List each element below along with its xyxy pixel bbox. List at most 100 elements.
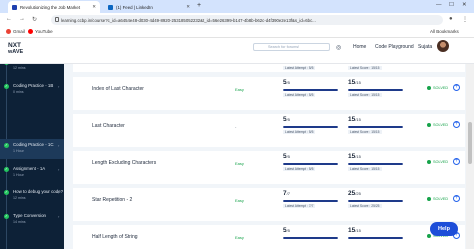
completed-check-icon: ✓ [4,214,9,219]
sidebar-item[interactable]: ✓Coding Practice - 1B12 mins› [0,64,64,76]
reload-icon[interactable]: ↻ [32,16,37,23]
bookmarks-bar: Gmail YouTube All Bookmarks [0,27,474,38]
solved-dot-icon [427,234,431,238]
status-text: SOLVED [433,160,449,164]
sidebar-item[interactable]: ✓ Assignment - 1A 1 Hour › [0,163,64,183]
menu-icon[interactable]: ⋮ [462,16,468,23]
sidebar-item-title: Coding Practice - 1B [13,83,54,88]
bookmark-youtube[interactable]: YouTube [28,29,53,34]
url-text: learning.ccbp.in/course?c_id=a6454e48-d0… [61,17,316,23]
problem-row[interactable]: Half Length of String Easy 5/5 15/15 SOLVED + [73,225,465,249]
problem-difficulty: Easy [235,198,244,203]
avatar[interactable] [437,40,449,52]
minimize-icon[interactable]: — [436,2,442,8]
attempt-total: /5 [286,117,290,122]
problem-difficulty: Easy [235,235,244,240]
sidebar-item-duration: 1 Hour [13,173,24,177]
latest-score-label: Latest Score : 25/25 [348,204,382,208]
attempt-progress-fill [283,237,338,239]
latest-attempt-label: Latest Attempt : 5/5 [283,167,316,171]
attempt-progress-bar [283,126,338,128]
bookmark-gmail[interactable]: Gmail [6,29,25,34]
forward-icon[interactable]: → [19,16,25,22]
score-value-group: 25/25 [348,190,361,197]
attempt-progress-bar [283,200,338,202]
youtube-icon [28,29,33,34]
sidebar-item[interactable]: ✓ Type Conversion 14 mins › [0,210,64,230]
browser-toolbar: ← → ↻ learning.ccbp.in/course?c_id=a6454… [0,13,474,27]
attempt-progress-fill [283,89,338,91]
chevron-right-icon: › [58,167,60,172]
search-input[interactable]: Search for forums! [253,43,330,51]
help-button[interactable]: Help [430,222,458,236]
score-progress-fill [348,200,403,202]
score-progress-bar [348,89,403,91]
nxtwave-favicon-icon [12,4,17,10]
tab-job-market[interactable]: Revolutionizing the Job Market ✕ [8,1,100,13]
score-progress-bar [348,163,403,165]
nav-code-playground[interactable]: Code Playground [375,44,414,50]
problem-row[interactable]: Latest Attempt : 5/5 Latest Score : 15/15 [73,64,465,72]
expand-plus-icon[interactable]: + [453,158,460,165]
expand-plus-icon[interactable]: + [453,195,460,202]
attempt-score: 5/5 [283,227,290,234]
attempt-score: 5/5 [283,79,290,86]
attempt-total: /7 [286,191,290,196]
problem-name: Index of Last Character [92,86,144,92]
attempt-progress-bar [283,237,338,239]
solved-dot-icon [427,123,431,127]
new-tab-button[interactable]: + [197,2,201,9]
problems-list: Latest Attempt : 5/5 Latest Score : 15/15… [64,64,466,249]
problem-name: Half Length of String [92,234,138,240]
nxtwave-logo[interactable]: NXT wAVE [8,42,23,55]
score-progress-fill [348,89,403,91]
latest-score-label: Latest Score : 15/15 [348,167,382,171]
close-tab-icon[interactable]: ✕ [186,4,190,10]
attempt-progress-fill [283,163,338,165]
problem-row[interactable]: Star Repetition - 2 Easy 7/7 Latest Attempt… [73,188,465,221]
attempt-progress-fill [283,126,338,128]
globe-icon[interactable]: ◎ [336,44,341,51]
solved-status: SOLVED [427,123,448,127]
problem-row[interactable]: Index of Last Character Easy 5/5 Latest Att… [73,77,465,110]
close-tab-icon[interactable]: ✕ [92,4,96,10]
problem-name: Length Excluding Characters [92,160,157,166]
sidebar-item[interactable]: ✓ Coding Practice - 1C 1 Hour › [0,139,64,159]
score-total: /25 [355,191,361,196]
chevron-right-icon: › [58,214,60,219]
nav-home[interactable]: Home [353,44,366,50]
problem-name: Star Repetition - 2 [92,197,133,203]
close-window-icon[interactable]: ✕ [462,2,467,8]
bookmark-label: Gmail [13,29,25,34]
sidebar-item[interactable]: ✓ How to debug your code? 12 mins › [0,186,64,206]
score-value-group: 15/15 [348,227,361,234]
tab-linkedin[interactable]: (1) Feed | LinkedIn ✕ [104,1,194,13]
sidebar-item-duration: 0 mins [13,90,24,94]
attempt-progress-fill [283,200,338,202]
score-progress-bar [348,126,403,128]
nav-user-name[interactable]: Sujata [418,44,432,50]
score-progress-fill [348,126,403,128]
scrollbar[interactable] [466,64,474,249]
expand-plus-icon[interactable]: + [453,121,460,128]
problem-name: Last Character [92,123,125,129]
scrollbar-thumb[interactable] [468,122,472,164]
problem-row[interactable]: Length Excluding Characters Easy 5/5 Latest… [73,151,465,184]
maximize-icon[interactable]: ☐ [449,2,454,8]
sidebar-item[interactable]: ✓ Coding Practice - 1B 0 mins › [0,80,64,100]
sidebar-item-title: Coding Practice - 1C [13,142,54,147]
score-total: /15 [355,80,361,85]
address-bar[interactable]: learning.ccbp.in/course?c_id=a6454e48-d0… [51,15,443,25]
back-icon[interactable]: ← [6,16,12,22]
chevron-right-icon: › [58,190,60,195]
score-total: /15 [355,154,361,159]
tab-label: (1) Feed | LinkedIn [116,4,153,10]
problem-difficulty: Easy [235,161,244,166]
bookmark-label: All Bookmarks [430,29,459,34]
profile-icon[interactable]: ● [449,16,453,22]
problem-row[interactable]: Last Character - 5/5 Latest Attempt : 5/5 15… [73,114,465,147]
sidebar-item-title: How to debug your code? [13,189,64,194]
expand-plus-icon[interactable]: + [453,84,460,91]
all-bookmarks[interactable]: All Bookmarks [430,29,459,34]
latest-attempt-label: Latest Attempt : 5/5 [283,130,316,134]
